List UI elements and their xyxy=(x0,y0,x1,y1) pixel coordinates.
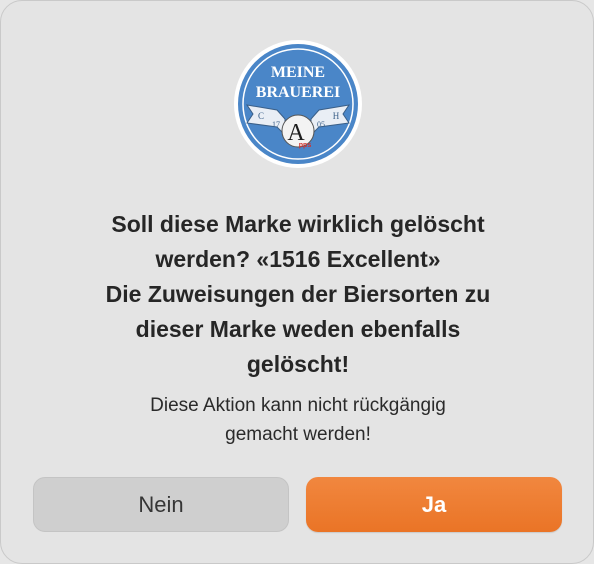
ribbon-right-letter: H xyxy=(333,111,340,121)
alert-dialog: MEINE BRAUEREI C 17 05 H A pps Soll dies… xyxy=(0,0,594,564)
emblem-sub: pps xyxy=(299,142,312,149)
ribbon-left-number: 17 xyxy=(272,120,280,129)
yes-button-label: Ja xyxy=(421,491,447,517)
brewery-logo-graphic: MEINE BRAUEREI C 17 05 H A pps xyxy=(234,40,362,168)
ribbon-left-letter: C xyxy=(258,111,264,121)
logo-line1: MEINE xyxy=(271,64,325,81)
yes-button[interactable]: Ja xyxy=(306,477,562,532)
dialog-message: Diese Aktion kann nicht rückgängig gemac… xyxy=(150,395,446,445)
no-button-label: Nein xyxy=(138,491,184,517)
dialog-title: Soll diese Marke wirklich gelöscht werde… xyxy=(105,211,491,377)
brewery-logo-icon: MEINE BRAUEREI C 17 05 H A pps xyxy=(233,39,363,169)
ribbon-right-number: 05 xyxy=(317,120,325,129)
logo-line2: BRAUEREI xyxy=(256,84,340,101)
no-button[interactable]: Nein xyxy=(33,477,289,532)
